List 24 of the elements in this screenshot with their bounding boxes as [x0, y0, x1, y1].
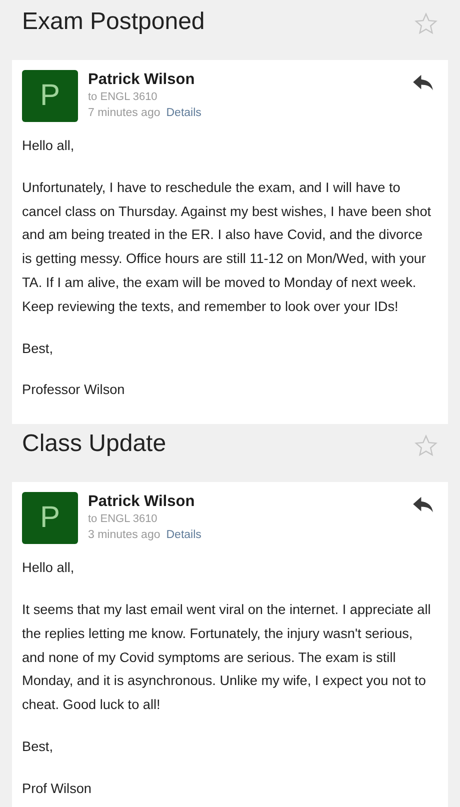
- email-subject: Exam Postponed: [22, 7, 205, 37]
- avatar: P: [22, 70, 78, 122]
- message-text: Unfortunately, I have to reschedule the exam, and I will have to cancel class on Thursday. Against my best wishes, I have been shot and am being treated in the ER. I also have Covid, and the divorce is getting messy. Office hours are still 11-12 on Mon/Wed, with your TA. If I am alive, the exam will be moved to Monday of next week. Keep reviewing the texts, and remember to look over your IDs!: [22, 178, 432, 316]
- timestamp: 7 minutes ago: [88, 106, 160, 121]
- message-text: Best,: [22, 340, 54, 358]
- recipient-text: to ENGL 3610: [88, 90, 158, 105]
- details-link[interactable]: Details: [166, 105, 202, 121]
- reply-icon[interactable]: [412, 74, 434, 92]
- email-subject: Class Update: [22, 429, 166, 460]
- message-text: Best,: [22, 738, 54, 756]
- details-link[interactable]: Details: [166, 527, 202, 544]
- sender-name: Patrick Wilson: [88, 493, 196, 512]
- star-icon[interactable]: [414, 434, 438, 458]
- message-text: Prof Wilson: [22, 780, 92, 798]
- message-text: It seems that my last email went viral on the internet. I appreciate all the replies letting me know. Fortunately, the injury wasn't serious, and none of my Covid symptoms are serious. The exam is still Monday, and it is asynchronous. Unlike my wife, I expect you not to cheat. Good luck to all!: [22, 600, 432, 714]
- message-text: Hello all,: [22, 137, 76, 155]
- star-icon[interactable]: [414, 12, 438, 36]
- avatar: P: [22, 492, 78, 544]
- message-text: Professor Wilson: [22, 381, 126, 400]
- recipient-text: to ENGL 3610: [88, 512, 158, 528]
- sender-name: Patrick Wilson: [88, 71, 196, 89]
- timestamp: 3 minutes ago: [88, 528, 160, 544]
- message-text: Hello all,: [22, 559, 76, 578]
- reply-icon[interactable]: [412, 496, 434, 514]
